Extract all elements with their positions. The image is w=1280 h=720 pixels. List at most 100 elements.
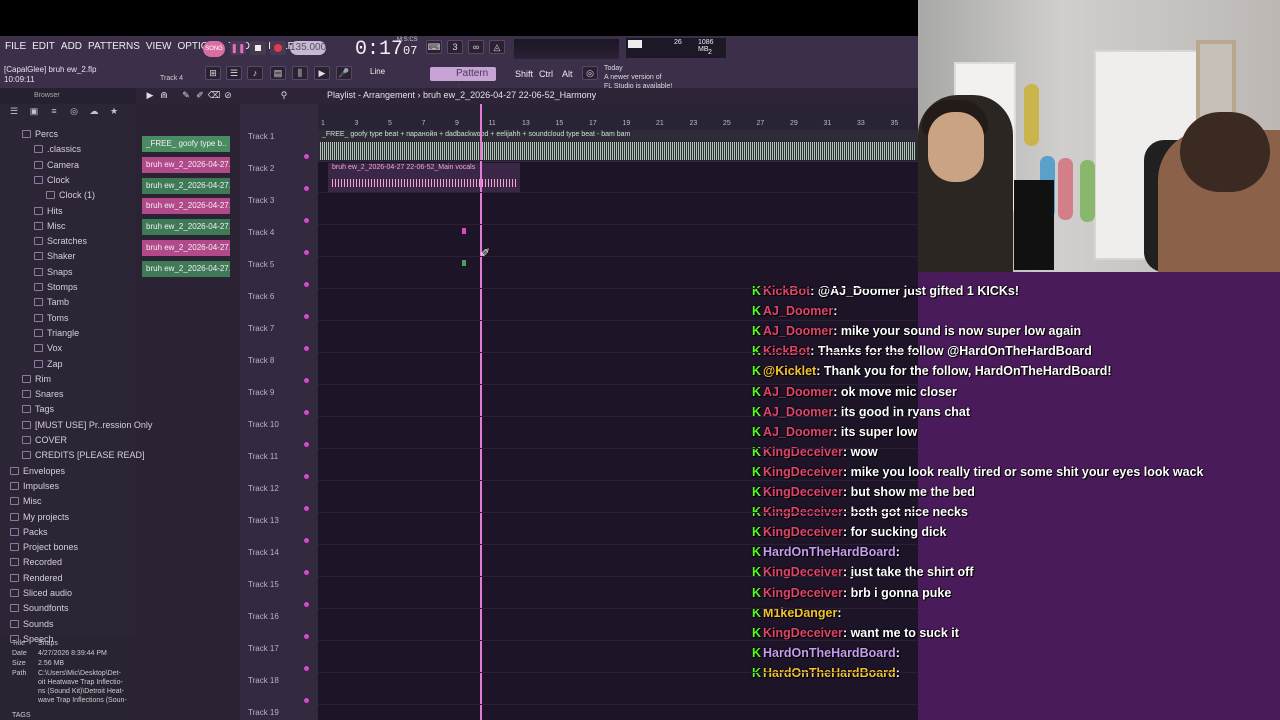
browser-item[interactable]: Misc: [34, 221, 66, 231]
browser-list-icon[interactable]: ≡: [48, 106, 60, 118]
news-panel[interactable]: Today A newer version of FL Studio is av…: [604, 64, 672, 91]
browser-item[interactable]: Speech: [10, 634, 54, 644]
clip-button[interactable]: bruh ew_2_2026-04-27..: [142, 261, 230, 277]
magnet-icon[interactable]: ⋒: [156, 89, 172, 103]
browser-item[interactable]: Recorded: [10, 557, 62, 567]
tempo-display[interactable]: 135.000: [290, 41, 326, 55]
metronome-icon[interactable]: ◬: [489, 40, 505, 54]
time-ruler[interactable]: [318, 104, 918, 132]
record-button[interactable]: [270, 41, 286, 55]
browser-item[interactable]: Sliced audio: [10, 588, 72, 598]
track-mute-dot[interactable]: [304, 378, 309, 383]
browser-folder-icon[interactable]: ▣: [28, 106, 40, 118]
track-mute-dot[interactable]: [304, 218, 309, 223]
chat-username[interactable]: KingDeceiver: [763, 465, 843, 479]
track-label[interactable]: Track 14: [248, 548, 279, 557]
browser-item[interactable]: Clock: [34, 175, 70, 185]
track-mute-dot[interactable]: [304, 410, 309, 415]
track-label[interactable]: Track 5: [248, 260, 274, 269]
chat-username[interactable]: KickBot: [763, 284, 810, 298]
track-mute-dot[interactable]: [304, 698, 309, 703]
track-label[interactable]: Track 12: [248, 484, 279, 493]
snap-select[interactable]: Line: [370, 67, 385, 76]
browser-item[interactable]: Project bones: [10, 542, 78, 552]
browser-menu-icon[interactable]: ☰: [8, 106, 20, 118]
browser-item[interactable]: Clock (1): [46, 190, 95, 200]
chat-username[interactable]: AJ_Doomer: [763, 324, 833, 338]
track-mute-dot[interactable]: [304, 506, 309, 511]
track-mute-dot[interactable]: [304, 250, 309, 255]
browser-icon[interactable]: ▶: [314, 66, 330, 80]
clip-button[interactable]: bruh ew_2_2026-04-27..: [142, 198, 230, 214]
chat-username[interactable]: KingDeceiver: [763, 485, 843, 499]
clip-button[interactable]: bruh ew_2_2026-04-27..: [142, 178, 230, 194]
chat-username[interactable]: AJ_Doomer: [763, 425, 833, 439]
stop-button[interactable]: [250, 41, 266, 55]
track-mute-dot[interactable]: [304, 538, 309, 543]
track-mute-dot[interactable]: [304, 442, 309, 447]
chat-username[interactable]: AJ_Doomer: [763, 385, 833, 399]
track-label[interactable]: Track 1: [248, 132, 274, 141]
track-label[interactable]: Track 16: [248, 612, 279, 621]
track-label[interactable]: Track 19: [248, 708, 279, 717]
browser-item[interactable]: Percs: [22, 129, 58, 139]
vocal-audio-clip[interactable]: bruh ew_2_2026-04-27 22-06-52_Main vocal…: [328, 163, 520, 193]
track-label[interactable]: Track 11: [248, 452, 278, 461]
alt-key[interactable]: Alt: [562, 67, 573, 81]
chat-username[interactable]: KingDeceiver: [763, 525, 843, 539]
chat-username[interactable]: AJ_Doomer: [763, 304, 833, 318]
mixer-icon[interactable]: ⫼: [292, 66, 308, 80]
track-label[interactable]: Track 7: [248, 324, 274, 333]
zoom-tool-icon[interactable]: ⚲: [276, 89, 292, 103]
browser-item[interactable]: Stomps: [34, 282, 78, 292]
typing-keyboard-icon[interactable]: ⌨: [426, 40, 442, 54]
browser-item[interactable]: Rendered: [10, 573, 63, 583]
track-label[interactable]: Track 2: [248, 164, 274, 173]
chat-username[interactable]: HardOnTheHardBoard: [763, 646, 896, 660]
chat-username[interactable]: KingDeceiver: [763, 565, 843, 579]
browser-item[interactable]: Tags: [22, 404, 54, 414]
track-label[interactable]: Track 3: [248, 196, 274, 205]
shift-key[interactable]: Shift: [515, 67, 533, 81]
track-mute-dot[interactable]: [304, 602, 309, 607]
chat-username[interactable]: HardOnTheHardBoard: [763, 545, 896, 559]
browser-item[interactable]: Sounds: [10, 619, 54, 629]
chat-username[interactable]: KingDeceiver: [763, 626, 843, 640]
browser-item[interactable]: Soundfonts: [10, 603, 69, 613]
track-mute-dot[interactable]: [304, 570, 309, 575]
browser-item[interactable]: Triangle: [34, 328, 79, 338]
chat-username[interactable]: @Kicklet: [763, 364, 816, 378]
browser-plugin-icon[interactable]: ◎: [68, 106, 80, 118]
track-label[interactable]: Track 15: [248, 580, 279, 589]
browser-item[interactable]: .classics: [34, 144, 81, 154]
browser-item[interactable]: Tamb: [34, 297, 69, 307]
browser-item[interactable]: Hits: [34, 206, 63, 216]
piano-roll-icon[interactable]: ♪: [247, 66, 263, 80]
track-label[interactable]: Track 10: [248, 420, 279, 429]
menu-add[interactable]: ADD: [61, 41, 82, 52]
small-clip-pink[interactable]: [462, 228, 466, 234]
browser-item[interactable]: CREDITS [PLEASE READ]: [22, 450, 145, 460]
browser-item[interactable]: [MUST USE] Pr..ression Only: [22, 420, 152, 430]
browser-item[interactable]: Impulses: [10, 481, 59, 491]
track-label[interactable]: Track 6: [248, 292, 274, 301]
browser-star-icon[interactable]: ★: [108, 106, 120, 118]
track-mute-dot[interactable]: [304, 474, 309, 479]
track-mute-dot[interactable]: [304, 186, 309, 191]
browser-item[interactable]: Rim: [22, 374, 51, 384]
browser-item[interactable]: Snaps: [34, 267, 73, 277]
blend-icon[interactable]: ∞: [468, 40, 484, 54]
mute-tool-icon[interactable]: ⊘: [220, 89, 236, 103]
browser-item[interactable]: Camera: [34, 160, 79, 170]
browser-item[interactable]: Envelopes: [10, 466, 65, 476]
browser-item[interactable]: Scratches: [34, 236, 87, 246]
beat-audio-clip[interactable]: _FREE_ goofy type beat + паранойя + dadb…: [318, 130, 918, 162]
channel-rack-icon[interactable]: ▤: [270, 66, 286, 80]
track-label[interactable]: Track 18: [248, 676, 279, 685]
news-icon[interactable]: ◎: [582, 66, 598, 80]
chat-username[interactable]: KingDeceiver: [763, 586, 843, 600]
track-mute-dot[interactable]: [304, 634, 309, 639]
clip-button[interactable]: bruh ew_2_2026-04-27..: [142, 157, 230, 173]
browser-item[interactable]: Packs: [10, 527, 48, 537]
browser-item[interactable]: Toms: [34, 313, 69, 323]
